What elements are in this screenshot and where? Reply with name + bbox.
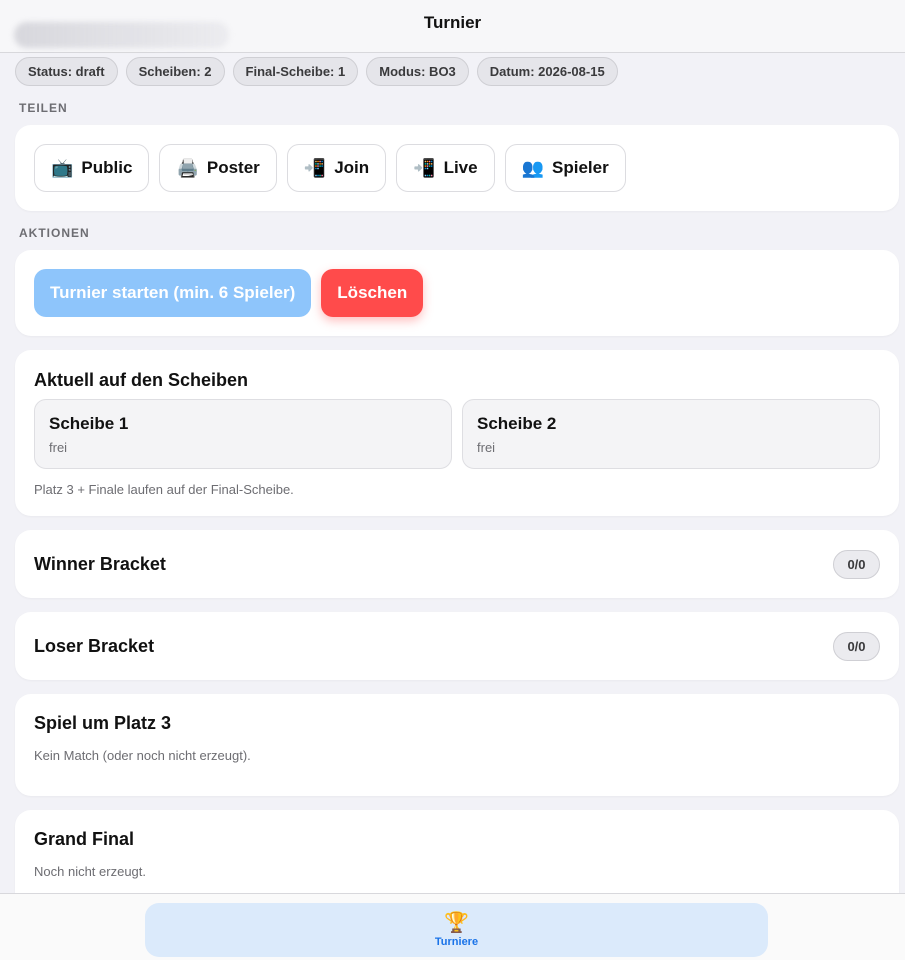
live-button[interactable]: 📲 Live	[396, 144, 495, 192]
poster-button-label: Poster	[206, 158, 260, 177]
public-button-label: Public	[81, 158, 133, 177]
grand-final-note: Noch nicht erzeugt.	[34, 864, 147, 879]
third-place-card: Spiel um Platz 3 Kein Match (oder noch n…	[15, 694, 899, 796]
delete-button[interactable]: Löschen	[321, 269, 424, 317]
boards-card: Aktuell auf den Scheiben Scheibe 1 frei …	[15, 350, 899, 516]
poster-button[interactable]: 🖨️ Poster	[159, 144, 277, 192]
tab-tournaments-label: Turniere	[434, 935, 479, 948]
board-state: frei	[49, 440, 68, 455]
board-name: Scheibe 1	[49, 414, 129, 433]
join-button-label: Join	[334, 158, 370, 177]
grand-final-title: Grand Final	[34, 829, 135, 849]
third-place-title: Spiel um Platz 3	[34, 713, 172, 733]
players-button-label: Spieler	[552, 158, 609, 177]
people-icon: 👥	[521, 158, 545, 178]
winner-bracket-card[interactable]: Winner Bracket 0/0	[15, 530, 899, 598]
navigation-bar: Turnier	[0, 0, 905, 53]
actions-section-label: AKTIONEN	[19, 226, 90, 240]
trophy-icon: 🏆	[444, 911, 469, 934]
date-chip: Datum: 2026-08-15	[476, 57, 618, 86]
join-button[interactable]: 📲 Join	[286, 144, 387, 192]
loser-bracket-title: Loser Bracket	[34, 636, 155, 656]
board-card-2[interactable]: Scheibe 2 frei	[462, 399, 880, 469]
tab-tournaments[interactable]: 🏆 Turniere	[145, 903, 768, 957]
boards-count-chip: Scheiben: 2	[125, 57, 225, 86]
players-button[interactable]: 👥 Spieler	[504, 144, 626, 192]
share-card: 📺 Public 🖨️ Poster 📲 Join 📲 Live 👥 Spiel…	[15, 125, 899, 211]
start-tournament-button[interactable]: Turnier starten (min. 6 Spieler)	[34, 269, 312, 317]
live-button-label: Live	[443, 158, 478, 177]
tv-icon: 📺	[51, 158, 74, 178]
public-button[interactable]: 📺 Public	[34, 144, 150, 192]
loser-bracket-card[interactable]: Loser Bracket 0/0	[15, 612, 899, 680]
status-chip: Status: draft	[15, 57, 118, 86]
share-section-label: TEILEN	[19, 101, 68, 115]
page-title: Turnier	[423, 13, 482, 32]
phone-arrow-icon: 📲	[303, 158, 327, 178]
back-button[interactable]	[14, 22, 229, 48]
loser-bracket-count-badge: 0/0	[833, 632, 880, 661]
printer-icon: 🖨️	[176, 158, 199, 178]
info-chips: Status: draft Scheiben: 2 Final-Scheibe:…	[15, 57, 618, 86]
final-board-note: Platz 3 + Finale laufen auf der Final-Sc…	[34, 482, 294, 497]
winner-bracket-count-badge: 0/0	[833, 550, 880, 579]
actions-card: Turnier starten (min. 6 Spieler) Löschen	[15, 250, 899, 336]
board-state: frei	[477, 440, 496, 455]
boards-title: Aktuell auf den Scheiben	[34, 370, 249, 390]
tab-bar: 🏆 Turniere	[0, 893, 905, 960]
phone-arrow-icon: 📲	[413, 158, 436, 178]
winner-bracket-title: Winner Bracket	[34, 554, 166, 574]
mode-chip: Modus: BO3	[366, 57, 469, 86]
board-card-1[interactable]: Scheibe 1 frei	[34, 399, 452, 469]
board-name: Scheibe 2	[477, 414, 557, 433]
final-board-chip: Final-Scheibe: 1	[232, 57, 359, 86]
third-place-note: Kein Match (oder noch nicht erzeugt).	[34, 748, 251, 763]
